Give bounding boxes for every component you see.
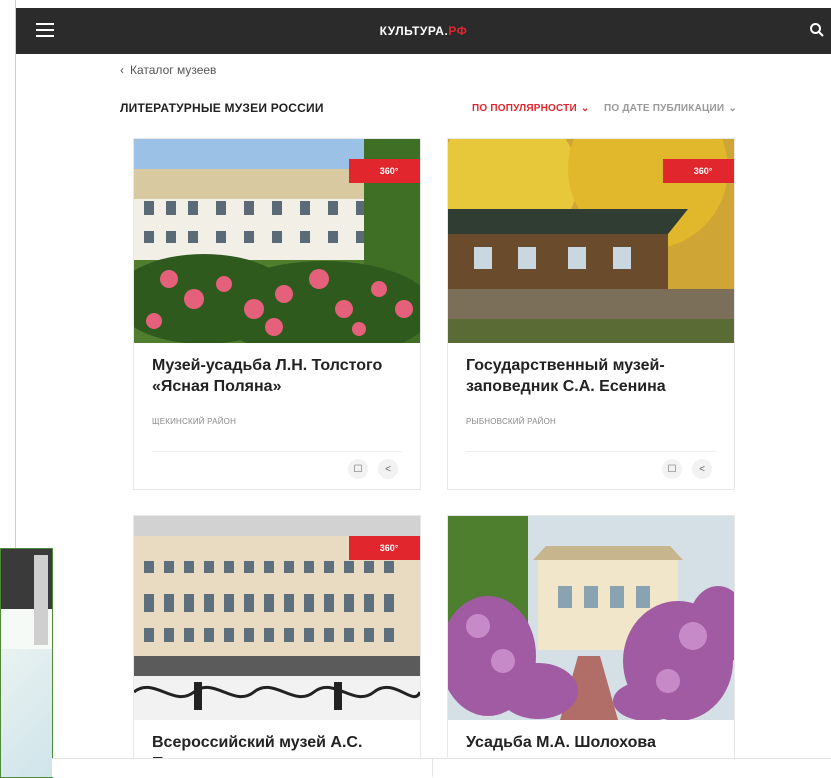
museum-name[interactable]: Государственный музей-заповедник С.А. Ес… — [466, 355, 721, 397]
scrollbar-thumb[interactable] — [34, 555, 48, 645]
map-fragment — [1, 649, 52, 777]
museum-card[interactable]: 360° Всероссийский музей А.С. Пушкина — [133, 515, 421, 777]
museum-name[interactable]: Музей-усадьба Л.Н. Толстого «Ясная Полян… — [152, 355, 407, 397]
card-divider — [466, 451, 716, 452]
museum-photo: 360° — [134, 516, 420, 720]
museum-region: ЩЕКИНСКИЙ РАЙОН — [152, 417, 237, 426]
museum-photo — [448, 516, 734, 720]
background-window[interactable] — [0, 548, 53, 778]
bottom-overlay-bar — [52, 758, 831, 777]
sort-date-label: ПО ДАТЕ ПУБЛИКАЦИИ — [604, 103, 725, 114]
sort-popular-label: ПО ПОПУЛЯРНОСТИ — [472, 103, 577, 114]
chevron-down-icon: ⌄ — [728, 103, 737, 114]
sort-by-date[interactable]: ПО ДАТЕ ПУБЛИКАЦИИ ⌄ — [604, 103, 737, 114]
badge-360: 360° — [663, 159, 734, 183]
bookmark-icon[interactable]: ☐ — [662, 459, 682, 479]
museum-card[interactable]: Усадьба М.А. Шолохова — [447, 515, 735, 777]
bottom-bar-divider — [432, 759, 433, 777]
museum-card[interactable]: 360° Музей-усадьба Л.Н. Толстого «Ясная … — [133, 138, 421, 490]
chevron-left-icon: ‹ — [120, 63, 124, 77]
search-icon[interactable] — [809, 22, 825, 38]
share-icon[interactable]: < — [378, 459, 398, 479]
museum-name[interactable]: Усадьба М.А. Шолохова — [466, 732, 721, 753]
share-icon[interactable]: < — [692, 459, 712, 479]
museum-card[interactable]: 360° Государственный музей-заповедник С.… — [447, 138, 735, 490]
card-divider — [152, 451, 402, 452]
museum-photo: 360° — [134, 139, 420, 343]
museum-region: РЫБНОВСКИЙ РАЙОН — [466, 417, 556, 426]
site-logo[interactable]: КУЛЬТУРА.РФ — [380, 24, 468, 38]
bookmark-icon[interactable]: ☐ — [348, 459, 368, 479]
chevron-down-icon: ⌄ — [580, 103, 590, 114]
badge-360: 360° — [349, 159, 420, 183]
sort-by-popularity[interactable]: ПО ПОПУЛЯРНОСТИ ⌄ — [472, 103, 589, 114]
breadcrumb-label: Каталог музеев — [130, 63, 217, 77]
badge-360: 360° — [349, 536, 420, 560]
page-title: ЛИТЕРАТУРНЫЕ МУЗЕИ РОССИИ — [120, 101, 324, 115]
hamburger-icon[interactable] — [36, 23, 54, 39]
top-navigation-bar: КУЛЬТУРА.РФ — [16, 8, 831, 54]
museum-photo: 360° — [448, 139, 734, 343]
breadcrumb[interactable]: ‹ Каталог музеев — [120, 63, 216, 77]
